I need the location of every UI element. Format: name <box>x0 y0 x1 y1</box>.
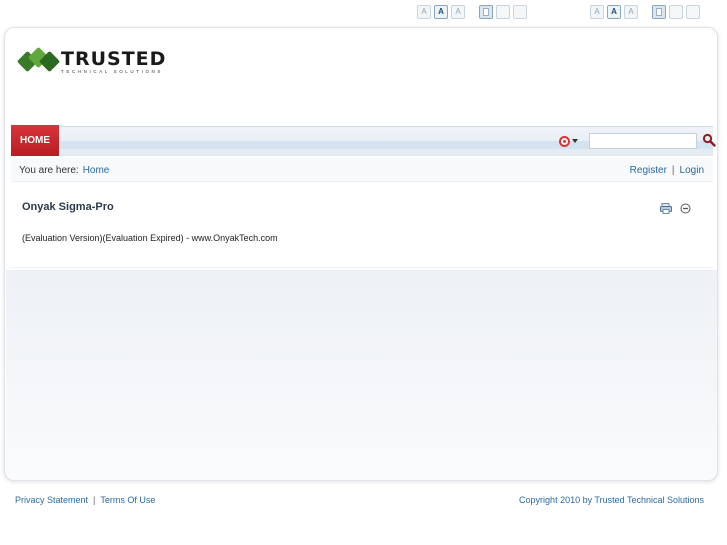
nav-home-tab[interactable]: HOME <box>11 125 59 156</box>
font-smaller-button[interactable]: A <box>590 4 604 19</box>
search-input[interactable] <box>589 133 697 149</box>
search-type-icon <box>559 135 570 147</box>
font-larger-button[interactable]: A <box>624 4 638 19</box>
privacy-link[interactable]: Privacy Statement <box>15 495 88 505</box>
width-full-button[interactable] <box>686 4 700 19</box>
breadcrumb-home-link[interactable]: Home <box>83 165 110 176</box>
login-separator: | <box>671 165 675 176</box>
text-size-controls-1: A A A <box>417 4 527 19</box>
footer-separator: | <box>93 495 96 505</box>
print-icon[interactable] <box>660 203 673 214</box>
text-size-controls-2: A A A <box>590 4 700 19</box>
content-area <box>6 270 717 480</box>
font-normal-button[interactable]: A <box>607 4 621 19</box>
breadcrumb: You are here: Home Register | Login <box>11 158 713 182</box>
terms-link[interactable]: Terms Of Use <box>100 495 155 505</box>
width-medium-button[interactable] <box>496 4 510 19</box>
content-module: Onyak Sigma-Pro (Evaluation Version)(Eva… <box>11 186 713 268</box>
main-nav: HOME <box>11 125 716 156</box>
minimize-icon[interactable] <box>680 203 691 214</box>
module-title: Onyak Sigma-Pro <box>22 201 114 213</box>
logo-subtitle: TECHNICAL SOLUTIONS <box>61 69 163 74</box>
breadcrumb-prefix: You are here: <box>19 165 79 176</box>
logo-icon <box>16 46 61 73</box>
width-fixed-button[interactable] <box>652 4 666 19</box>
width-full-button[interactable] <box>513 4 527 19</box>
font-larger-button[interactable]: A <box>451 4 465 19</box>
width-medium-button[interactable] <box>669 4 683 19</box>
logo-title: TRUSTED <box>61 48 167 70</box>
search-type-dropdown[interactable] <box>559 134 589 148</box>
register-link[interactable]: Register <box>630 165 667 176</box>
width-fixed-button[interactable] <box>479 4 493 19</box>
main-panel: TRUSTED TECHNICAL SOLUTIONS HOME You are… <box>4 27 718 481</box>
font-smaller-button[interactable]: A <box>417 4 431 19</box>
chevron-down-icon <box>572 139 578 143</box>
search-icon[interactable] <box>702 133 716 147</box>
module-body: (Evaluation Version)(Evaluation Expired)… <box>22 233 278 243</box>
font-normal-button[interactable]: A <box>434 4 448 19</box>
copyright: Copyright 2010 by Trusted Technical Solu… <box>519 495 704 505</box>
login-link[interactable]: Login <box>680 165 704 176</box>
footer-links: Privacy Statement | Terms Of Use <box>15 495 155 505</box>
site-logo[interactable]: TRUSTED TECHNICAL SOLUTIONS <box>16 46 167 74</box>
